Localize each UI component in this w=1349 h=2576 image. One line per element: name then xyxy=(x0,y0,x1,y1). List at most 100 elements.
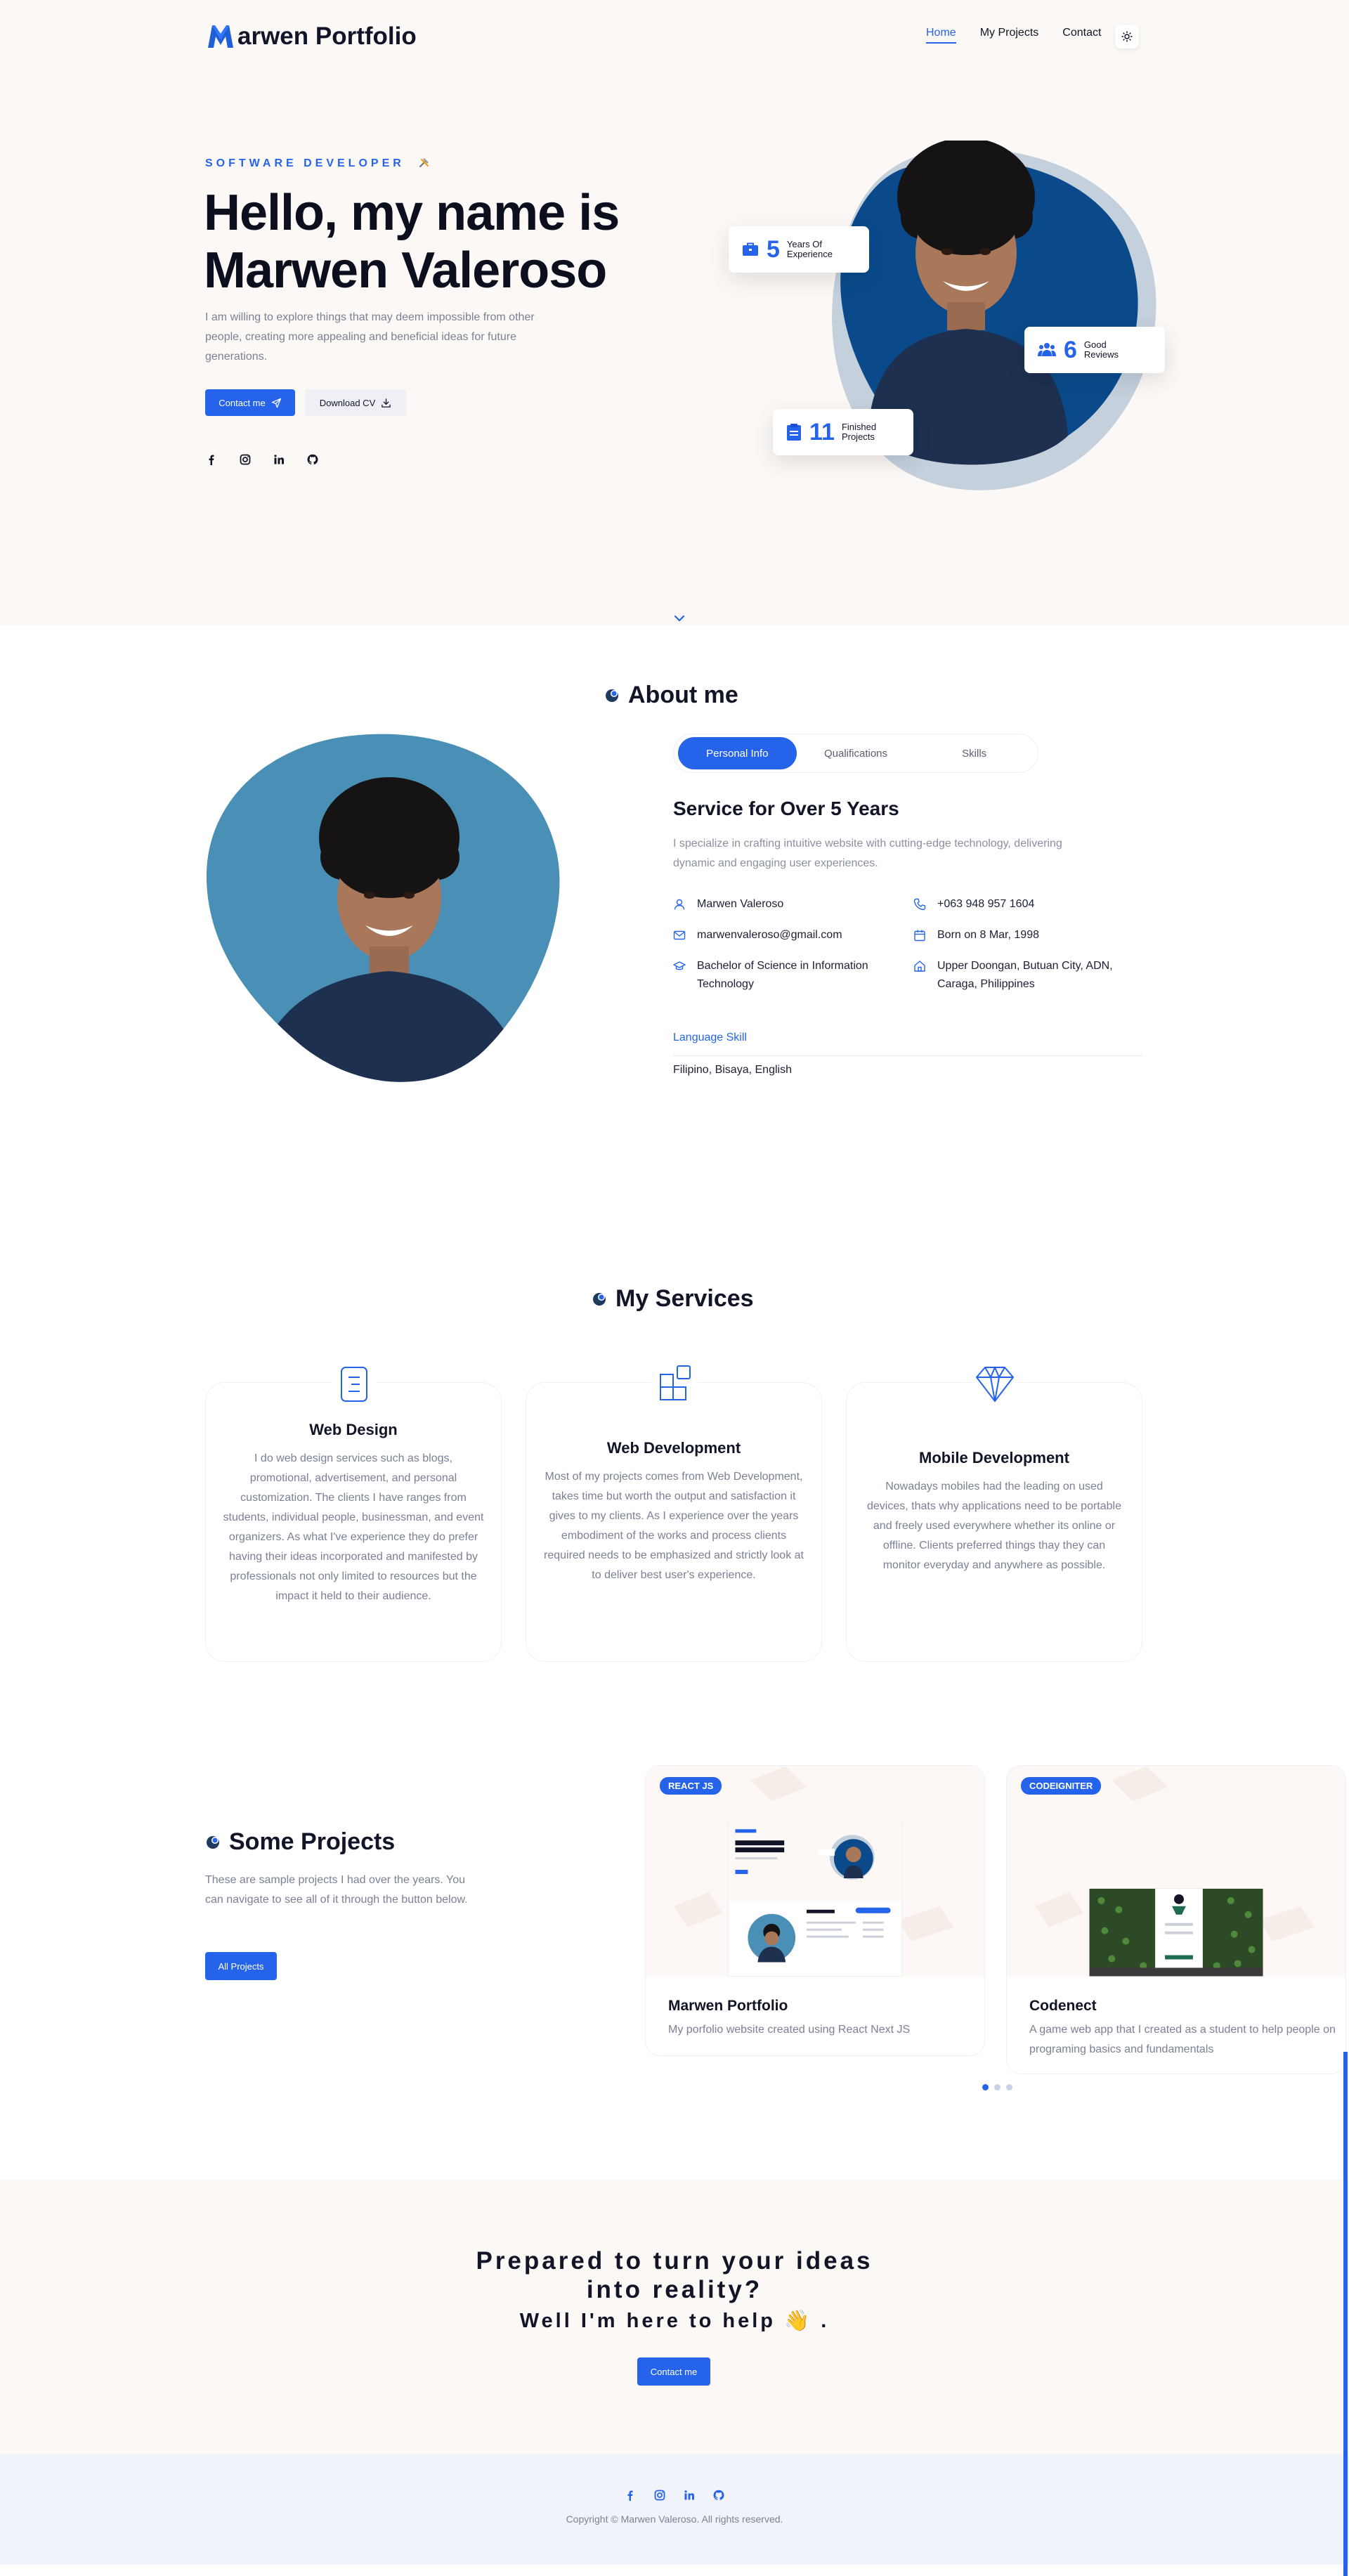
download-cv-button[interactable]: Download CV xyxy=(305,389,406,416)
facebook-icon[interactable] xyxy=(624,2489,637,2502)
info-address: Upper Doongan, Butuan City, ADN, Caraga,… xyxy=(913,957,1145,994)
theme-toggle-button[interactable] xyxy=(1115,25,1139,48)
info-email: marwenvaleroso@gmail.com xyxy=(673,926,842,944)
hero-title-line-1: Hello, my name is xyxy=(204,185,620,241)
nav-my-projects[interactable]: My Projects xyxy=(980,27,1039,44)
hero-contact-button[interactable]: Contact me xyxy=(205,389,295,416)
section-bullet-icon xyxy=(207,1835,219,1849)
scroll-progress-bar xyxy=(1343,2052,1348,2576)
github-icon[interactable] xyxy=(306,453,319,466)
info-education: Bachelor of Science in Information Techn… xyxy=(673,957,898,994)
about-paragraph: I specialize in crafting intuitive websi… xyxy=(673,838,1062,869)
site-logo[interactable]: arwen Portfolio xyxy=(205,21,417,52)
info-email-text: marwenvaleroso@gmail.com xyxy=(697,929,842,941)
section-bullet-icon xyxy=(606,689,618,702)
graduation-cap-icon xyxy=(673,961,686,970)
hero-social-links xyxy=(205,453,319,466)
all-projects-button[interactable]: All Projects xyxy=(205,1952,277,1980)
info-name: Marwen Valeroso xyxy=(673,895,783,913)
diamond-icon xyxy=(972,1362,1017,1407)
user-icon xyxy=(674,899,685,910)
project-card-portfolio[interactable]: REACT JS Marwen Portfolio My porfolio we… xyxy=(645,1765,985,2056)
hero-title: Hello, my name is Marwen Valeroso xyxy=(204,184,653,299)
logo-m-icon xyxy=(208,25,233,48)
main-nav: Home My Projects Contact xyxy=(926,27,1101,44)
tab-personal-info[interactable]: Personal Info xyxy=(678,737,797,769)
github-icon[interactable] xyxy=(712,2489,725,2502)
project-card-codenect[interactable]: CODEIGNITER Codenect A game web app that… xyxy=(1006,1765,1346,2074)
facebook-icon[interactable] xyxy=(205,453,218,466)
hero-eyebrow: SOFTWARE DEVELOPER xyxy=(205,156,431,170)
about-portrait xyxy=(206,734,560,1082)
linkedin-icon[interactable] xyxy=(273,453,285,466)
send-icon xyxy=(271,398,281,408)
carousel-dot-1[interactable] xyxy=(982,2084,989,2090)
scroll-down-icon[interactable] xyxy=(671,610,688,627)
hero-title-line-2: Marwen Valeroso xyxy=(204,242,607,299)
info-born-text: Born on 8 Mar, 1998 xyxy=(937,929,1039,941)
stat-card-experience: 5 Years Of Experience xyxy=(729,226,869,273)
info-phone: +063 948 957 1604 xyxy=(913,895,1034,913)
download-icon xyxy=(382,398,391,408)
site-footer xyxy=(0,2454,1349,2565)
stat-experience-label: Years Of Experience xyxy=(787,240,833,259)
carousel-dot-2[interactable] xyxy=(994,2084,1001,2090)
instagram-icon[interactable] xyxy=(653,2489,666,2502)
projects-title: Some Projects xyxy=(205,1828,395,1856)
stat-experience-label-1: Years Of xyxy=(786,239,823,249)
service-card-web-development: Web Development Most of my projects come… xyxy=(526,1362,822,1662)
stat-reviews-label-2: Reviews xyxy=(1083,349,1119,360)
language-skill-label: Language Skill xyxy=(673,1032,747,1043)
project-title-portfolio: Marwen Portfolio xyxy=(668,1998,788,2014)
projects-description: These are sample projects I had over the… xyxy=(205,1874,468,1906)
stat-card-reviews: 6 Good Reviews xyxy=(1024,327,1165,373)
tab-skills[interactable]: Skills xyxy=(915,737,1034,769)
home-icon xyxy=(914,961,925,972)
language-skill-value: Filipino, Bisaya, English xyxy=(673,1064,792,1076)
language-divider xyxy=(673,1055,1142,1056)
sun-icon xyxy=(1121,31,1133,42)
section-bullet-icon xyxy=(593,1292,606,1306)
stat-reviews-label: Good Reviews xyxy=(1084,340,1119,360)
blocks-icon xyxy=(652,1362,697,1407)
stat-projects-number: 11 xyxy=(809,418,835,445)
stat-experience-label-2: Experience xyxy=(786,249,833,259)
stat-card-projects: 11 Finished Projects xyxy=(773,409,913,455)
carousel-dot-3[interactable] xyxy=(1006,2084,1012,2090)
services-title-text: My Services xyxy=(615,1285,754,1312)
about-tabs: Personal Info Qualifications Skills xyxy=(673,734,1038,773)
project-title-codenect: Codenect xyxy=(1029,1998,1097,2014)
about-title: About me xyxy=(604,682,738,709)
hero-wave-divider xyxy=(0,555,1349,594)
info-phone-text: +063 948 957 1604 xyxy=(937,898,1035,910)
cta-contact-button[interactable]: Contact me xyxy=(637,2357,710,2386)
projects-title-text: Some Projects xyxy=(229,1828,396,1855)
briefcase-icon xyxy=(743,242,758,256)
cta-subheading-text: Well I'm here to help xyxy=(519,2310,776,2332)
info-address-text: Upper Doongan, Butuan City, ADN, Caraga,… xyxy=(937,960,1113,990)
stat-projects-label-2: Projects xyxy=(841,431,875,442)
calendar-icon xyxy=(914,930,925,942)
cta-heading-line-2: into reality? xyxy=(586,2276,763,2303)
all-projects-label: All Projects xyxy=(218,1960,264,1972)
footer-social-links xyxy=(624,2489,725,2502)
mail-icon xyxy=(673,930,686,940)
logo-text: arwen Portfolio xyxy=(237,22,417,50)
site-header: arwen Portfolio Home My Projects Contact xyxy=(0,0,1349,77)
linkedin-icon[interactable] xyxy=(683,2489,696,2502)
tab-qualifications[interactable]: Qualifications xyxy=(797,737,915,769)
clipboard-icon xyxy=(787,424,801,441)
footer-copyright: Copyright © Marwen Valeroso. All rights … xyxy=(566,2513,783,2525)
info-education-text: Bachelor of Science in Information Techn… xyxy=(697,960,868,990)
service-title-web-design: Web Design xyxy=(309,1421,398,1438)
nav-home[interactable]: Home xyxy=(926,27,956,44)
info-name-text: Marwen Valeroso xyxy=(697,898,784,910)
project-thumbnail-portfolio xyxy=(646,1766,984,1977)
project-text-codenect: A game web app that I created as a stude… xyxy=(1029,2024,1336,2055)
service-text-mobile-development: Nowadays mobiles had the leading on used… xyxy=(866,1481,1121,1571)
cta-subheading-end: . xyxy=(821,2310,830,2332)
nav-contact[interactable]: Contact xyxy=(1062,27,1101,44)
service-text-web-design: I do web design services such as blogs, … xyxy=(223,1452,484,1602)
instagram-icon[interactable] xyxy=(239,453,252,466)
project-badge-codeigniter: CODEIGNITER xyxy=(1021,1777,1102,1795)
